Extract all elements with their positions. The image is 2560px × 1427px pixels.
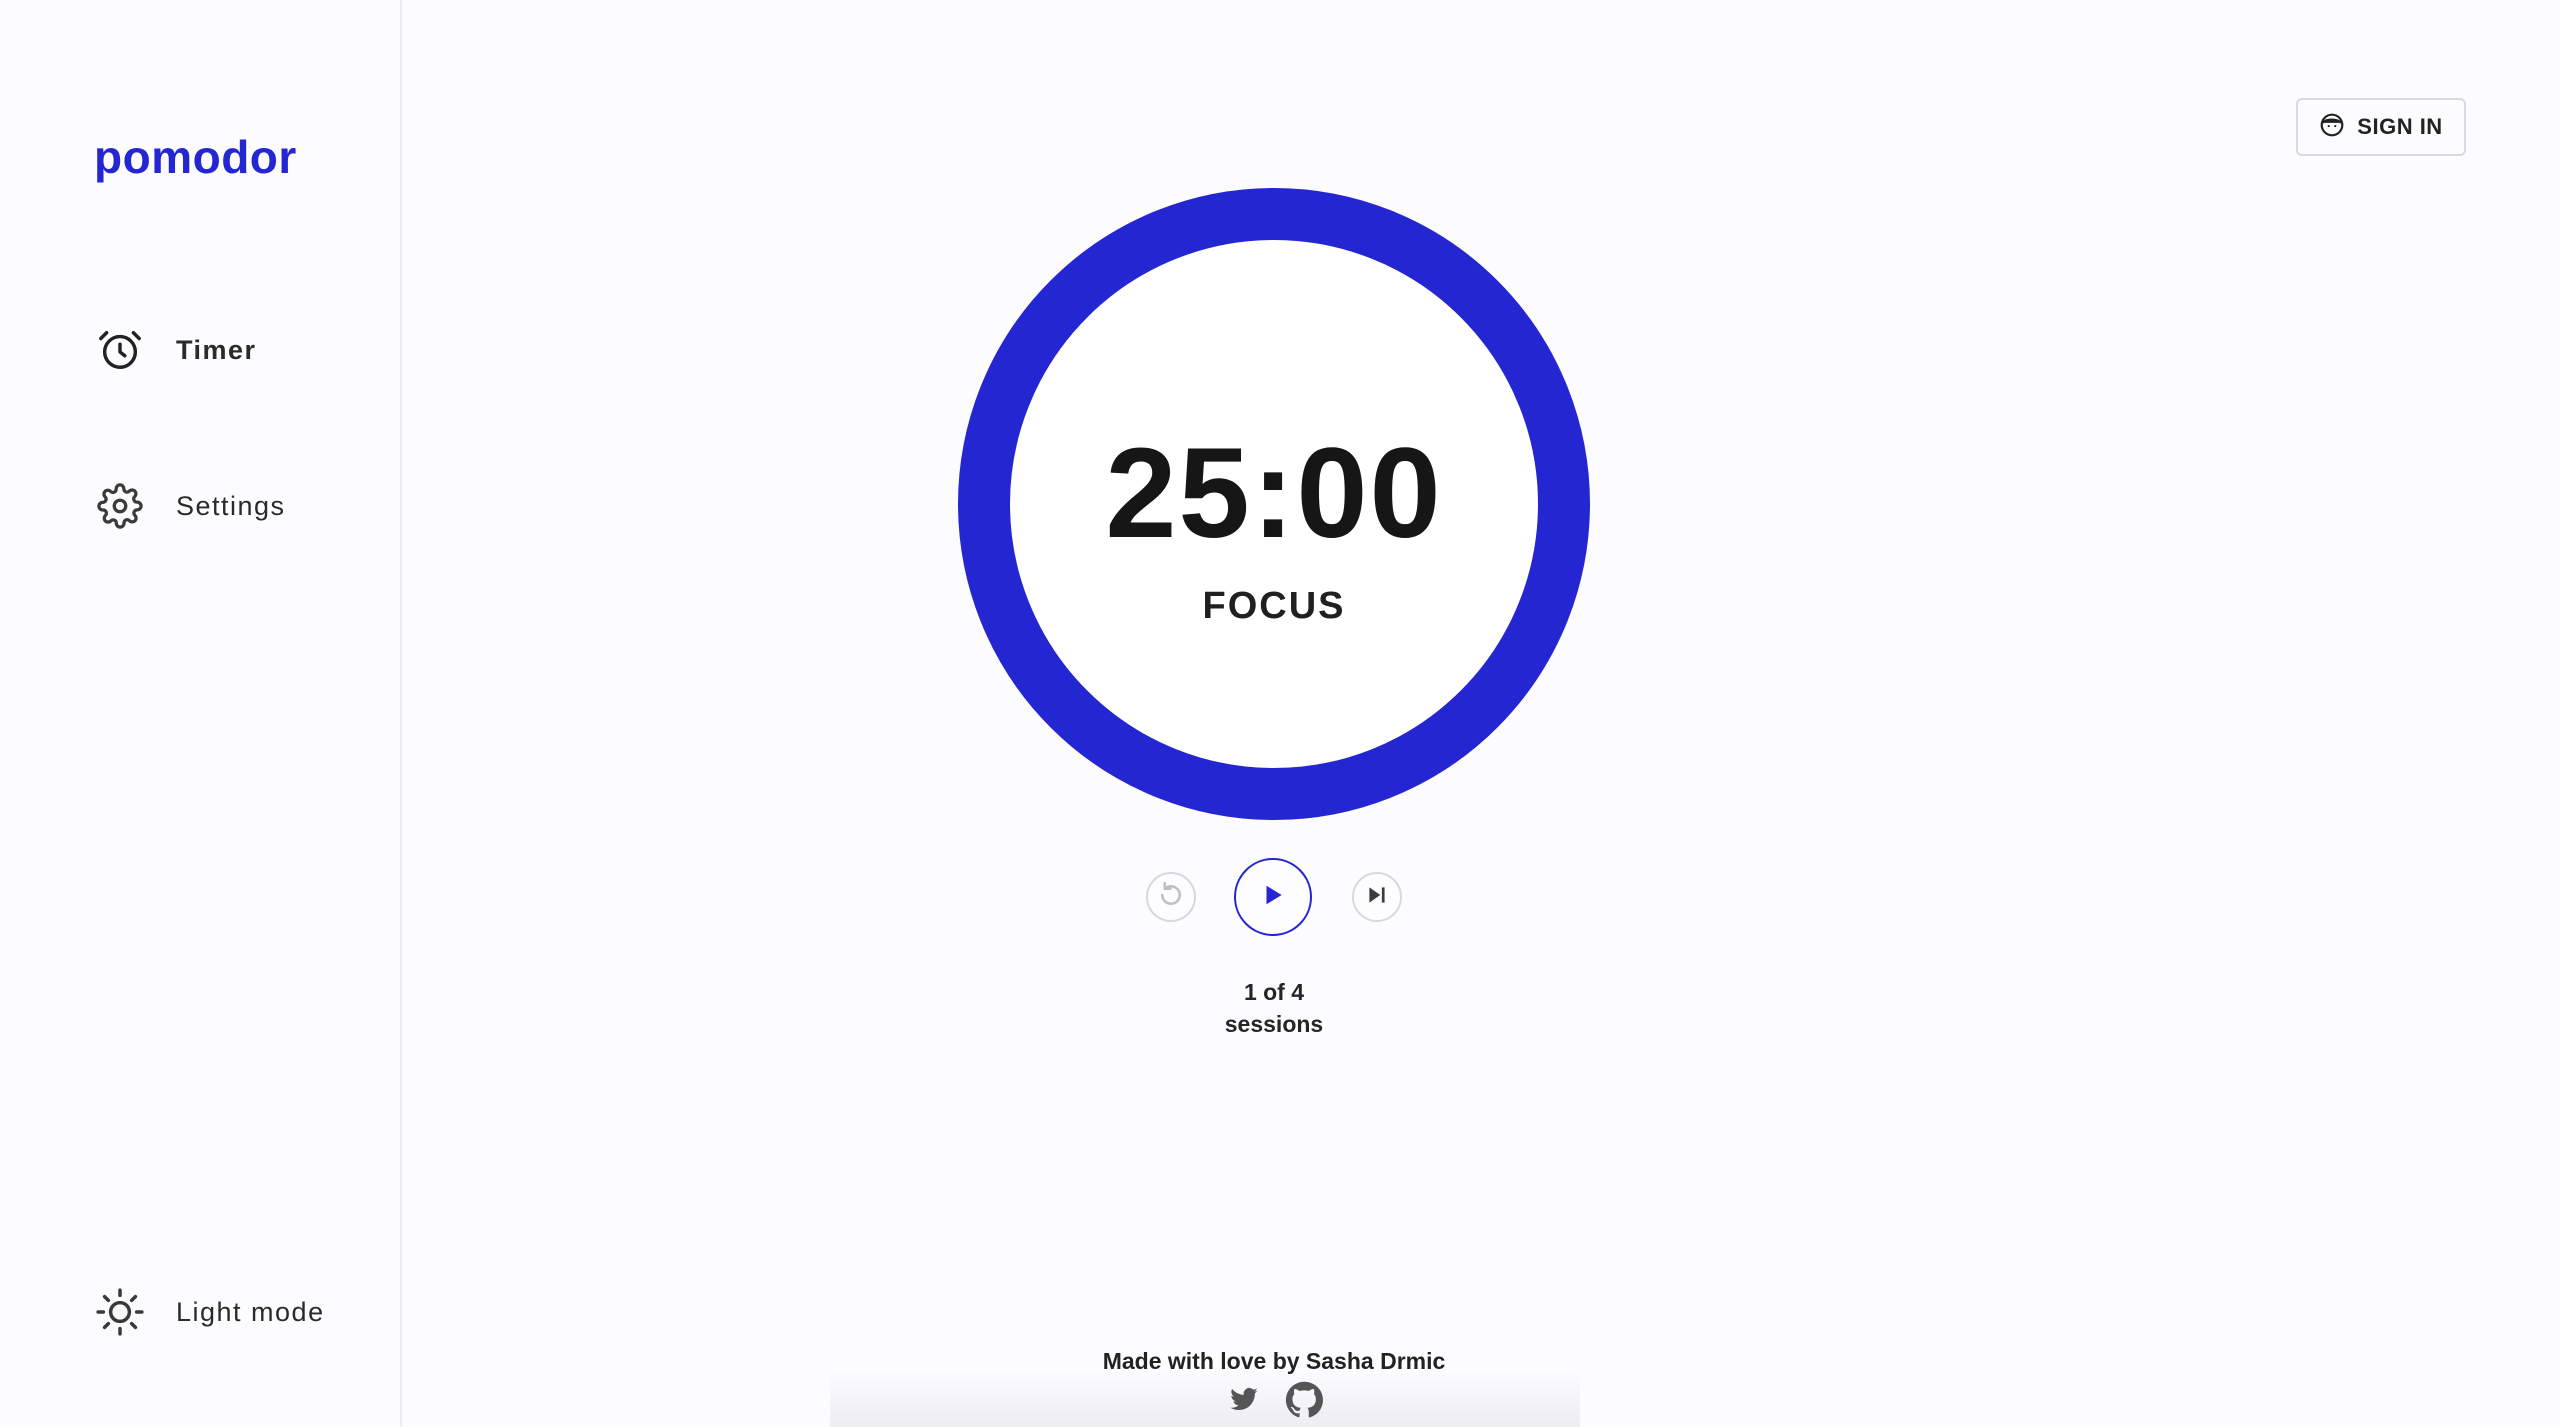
app-root: pomodor Timer Settings Light mode SIGN I… xyxy=(0,0,2560,1427)
timer-mode-label: FOCUS xyxy=(1202,585,1346,627)
user-face-icon xyxy=(2319,112,2345,143)
social-links xyxy=(1224,1380,1324,1420)
twitter-icon[interactable] xyxy=(1224,1380,1264,1420)
sidebar-item-timer[interactable]: Timer xyxy=(94,324,257,376)
sidebar-item-label: Settings xyxy=(176,490,286,521)
sidebar-item-settings[interactable]: Settings xyxy=(94,480,286,532)
light-mode-label: Light mode xyxy=(176,1296,325,1327)
restart-icon xyxy=(1156,880,1186,915)
alarm-clock-icon xyxy=(94,324,146,376)
sun-icon xyxy=(94,1286,146,1338)
reset-button[interactable] xyxy=(1146,872,1196,922)
skip-button[interactable] xyxy=(1352,872,1402,922)
github-icon[interactable] xyxy=(1284,1380,1324,1420)
sidebar-item-label: Timer xyxy=(176,334,257,365)
logo-text: pomodor xyxy=(94,131,297,183)
footer-credit: Made with love by Sasha Drmic xyxy=(1102,1348,1446,1374)
play-icon xyxy=(1260,882,1286,913)
sign-in-label: SIGN IN xyxy=(2357,114,2443,139)
timer-display: 25:00 xyxy=(1105,422,1443,565)
play-button[interactable] xyxy=(1234,858,1312,936)
session-label: sessions xyxy=(1224,1011,1324,1037)
session-count: 1 of 4 xyxy=(1243,979,1305,1005)
footer-shade xyxy=(830,1370,1580,1427)
gear-icon xyxy=(94,480,146,532)
session-counter: 1 of 4 sessions xyxy=(1124,976,1424,1040)
logo[interactable]: pomodor xyxy=(94,120,297,194)
sign-in-button[interactable]: SIGN IN xyxy=(2296,98,2466,156)
sidebar: pomodor Timer Settings Light mode xyxy=(0,0,402,1427)
light-mode-toggle[interactable]: Light mode xyxy=(94,1286,325,1338)
skip-next-icon xyxy=(1364,882,1390,913)
